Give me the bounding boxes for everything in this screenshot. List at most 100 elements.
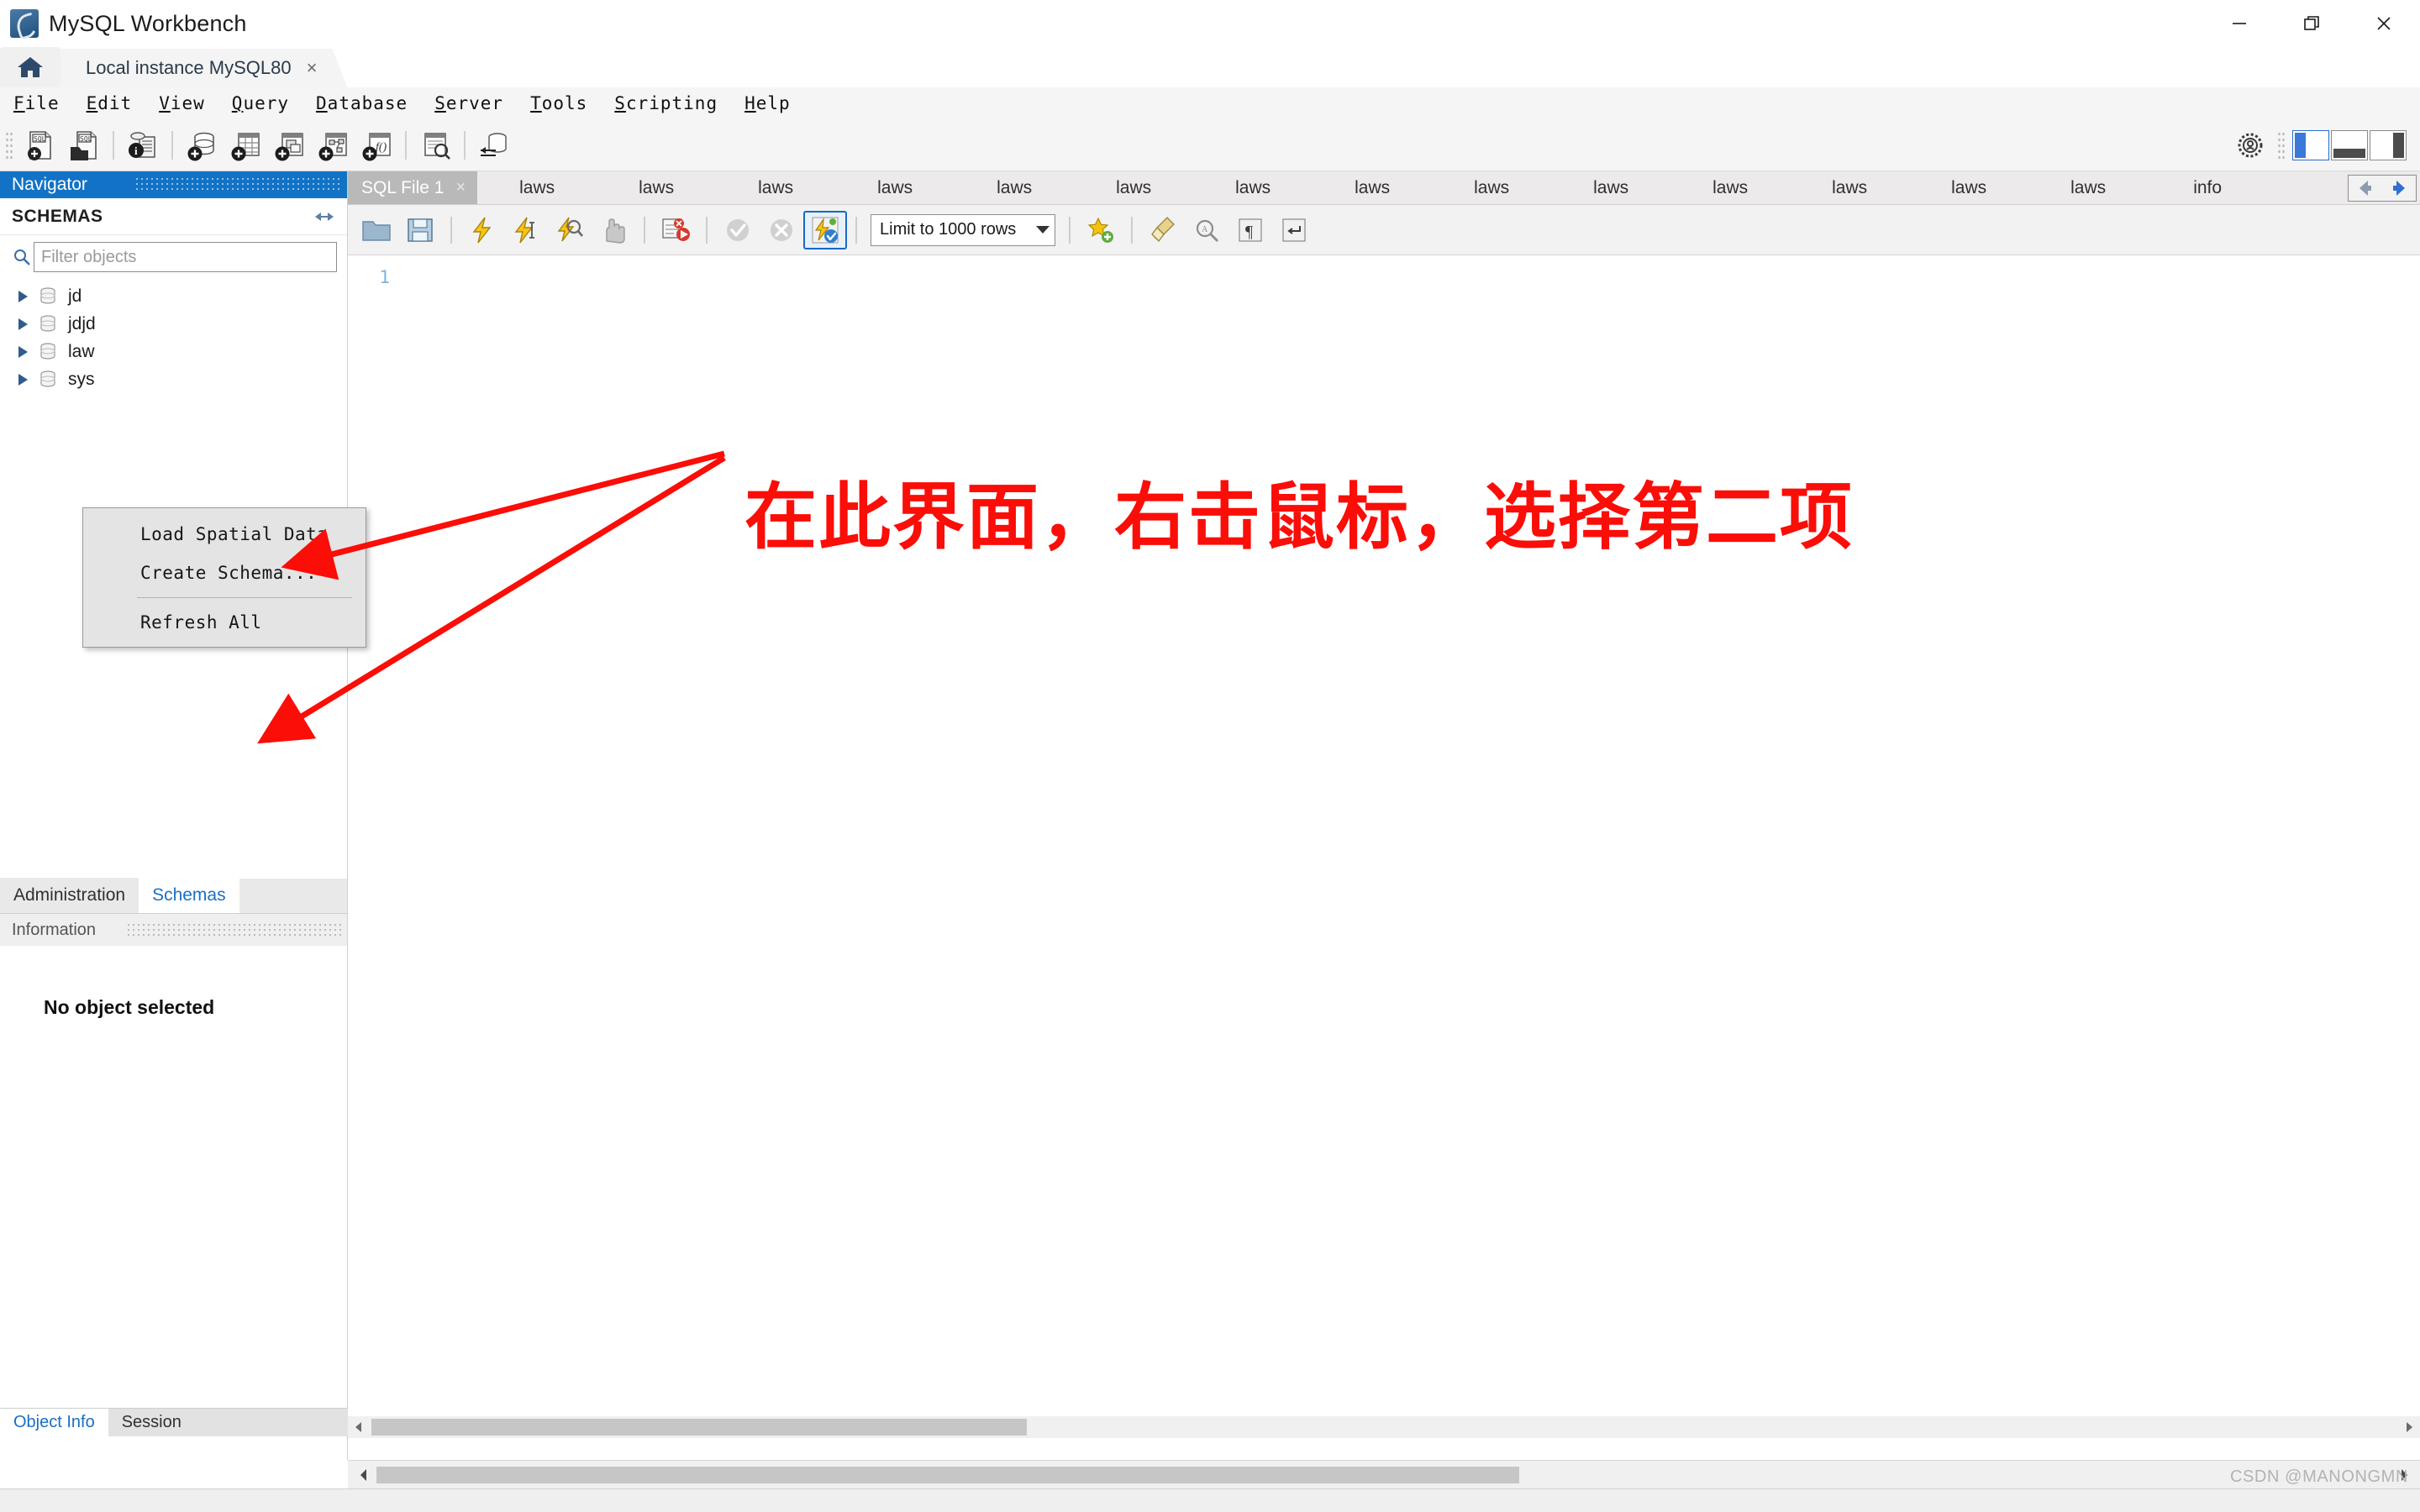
new-sql-tab-icon[interactable]: SQL [18,124,62,166]
restore-icon[interactable] [2275,0,2348,47]
schema-item-sys[interactable]: sys [0,365,347,393]
chevron-down-icon[interactable] [1036,226,1050,234]
open-script-icon[interactable] [355,211,398,249]
execute-statement-icon[interactable] [460,211,504,249]
sql-code-editor[interactable]: 1 [348,255,2420,1438]
editor-tab-laws[interactable]: laws [1193,171,1313,204]
menu-view[interactable]: View [145,93,218,113]
editor-tab-laws[interactable]: laws [597,171,717,204]
menu-bar: File Edit View Query Database Server Too… [0,87,2420,119]
menu-help[interactable]: Help [731,93,804,113]
menu-scripting[interactable]: Scripting [601,93,731,113]
tab-object-info[interactable]: Object Info [0,1409,108,1436]
editor-tab-laws[interactable]: laws [1790,171,1910,204]
reconnect-server-icon[interactable] [472,124,516,166]
wrap-long-lines-icon[interactable] [1272,211,1316,249]
menu-database-accel: D [316,93,328,113]
schema-item-jdjd[interactable]: jdjd [0,310,347,338]
context-menu-item-create-schema[interactable]: Create Schema... [83,554,366,592]
context-menu-item-refresh-all[interactable]: Refresh All [83,603,366,642]
context-menu-item-load-spatial-data[interactable]: Load Spatial Data [83,515,366,554]
menu-edit-accel: E [86,93,98,113]
information-header: Information [0,914,347,946]
new-table-icon[interactable] [224,124,267,166]
scroll-left-icon[interactable] [348,1416,370,1438]
toggle-secondary-sidebar-icon[interactable] [2370,129,2407,160]
scrollbar-thumb[interactable] [376,1466,1519,1483]
tab-administration[interactable]: Administration [0,878,139,913]
menu-database-label: atabase [327,93,408,113]
editor-tab-laws[interactable]: laws [1432,171,1552,204]
home-tab[interactable] [0,47,60,87]
minimize-icon[interactable] [2203,0,2275,47]
commit-transaction-icon[interactable] [716,211,760,249]
save-snippet-icon[interactable] [1079,211,1123,249]
search-data-icon[interactable] [413,124,457,166]
scroll-right-icon[interactable] [2398,1416,2420,1438]
database-icon [38,370,58,390]
scrollbar-thumb[interactable] [371,1419,1027,1436]
navigator-header: Navigator [0,171,347,198]
editor-tab-laws[interactable]: laws [955,171,1075,204]
connection-info-icon[interactable]: i [121,124,165,166]
tab-session[interactable]: Session [108,1409,195,1436]
save-script-icon[interactable] [398,211,442,249]
menu-server[interactable]: Server [421,93,517,113]
editor-tab-laws[interactable]: laws [2028,171,2149,204]
information-body: No object selected [0,946,347,1460]
toggle-autocommit-icon[interactable] [803,210,847,249]
expand-arrow-icon[interactable] [18,373,28,386]
scroll-left-icon[interactable] [2349,176,2382,201]
editor-tab-sql-file-1[interactable]: SQL File 1 × [348,171,478,204]
new-procedure-icon[interactable] [311,124,355,166]
expand-arrow-icon[interactable] [18,290,28,302]
execute-current-statement-icon[interactable] [504,211,548,249]
scroll-right-icon[interactable] [2382,176,2416,201]
close-icon[interactable]: × [455,178,466,197]
tab-schemas[interactable]: Schemas [139,878,239,913]
toggle-output-panel-icon[interactable] [2331,129,2368,160]
close-icon[interactable]: × [307,57,318,79]
new-schema-icon[interactable] [180,124,224,166]
beautify-query-icon[interactable] [1141,211,1185,249]
toggle-sidebar-icon[interactable] [2292,129,2329,160]
editor-tab-laws[interactable]: laws [716,171,836,204]
open-sql-script-icon[interactable]: SQL [62,124,106,166]
refresh-schemas-icon[interactable] [313,207,335,226]
bottom-horizontal-scrollbar[interactable] [348,1460,2420,1488]
connection-tab-local-instance[interactable]: Local instance MySQL80 × [60,49,347,87]
scroll-left-icon[interactable] [353,1464,375,1486]
menu-edit[interactable]: Edit [73,93,146,113]
filter-objects-input[interactable] [34,242,337,272]
explain-query-icon[interactable] [548,211,592,249]
editor-tab-laws[interactable]: laws [1909,171,2029,204]
editor-tab-laws[interactable]: laws [1551,171,1671,204]
editor-tab-laws[interactable]: laws [835,171,955,204]
row-limit-dropdown[interactable]: Limit to 1000 rows [871,213,1055,246]
new-view-icon[interactable] [267,124,311,166]
menu-file[interactable]: File [0,93,73,113]
editor-tab-laws[interactable]: laws [1313,171,1433,204]
menu-tools[interactable]: Tools [517,93,601,113]
rollback-transaction-icon[interactable] [760,211,803,249]
new-function-icon[interactable]: f() [355,124,398,166]
stop-query-icon[interactable] [592,211,635,249]
expand-arrow-icon[interactable] [18,318,28,330]
toggle-stop-on-error-icon[interactable] [654,211,697,249]
show-invisible-characters-icon[interactable]: ¶ [1228,211,1272,249]
editor-horizontal-scrollbar[interactable] [348,1416,2420,1438]
main-toolbar-right [2228,124,2420,166]
schema-item-law[interactable]: law [0,338,347,365]
menu-query[interactable]: Query [218,93,302,113]
editor-tab-laws[interactable]: laws [1074,171,1194,204]
menu-database[interactable]: Database [302,93,421,113]
editor-tab-info[interactable]: info [2148,171,2268,204]
toolbar-separator [450,216,452,244]
editor-tab-laws[interactable]: laws [1670,171,1791,204]
gear-icon[interactable] [2228,124,2272,166]
schema-item-jd[interactable]: jd [0,282,347,310]
close-icon[interactable] [2348,0,2420,47]
find-icon[interactable]: A [1185,211,1228,249]
expand-arrow-icon[interactable] [18,345,28,358]
editor-tab-laws[interactable]: laws [477,171,597,204]
